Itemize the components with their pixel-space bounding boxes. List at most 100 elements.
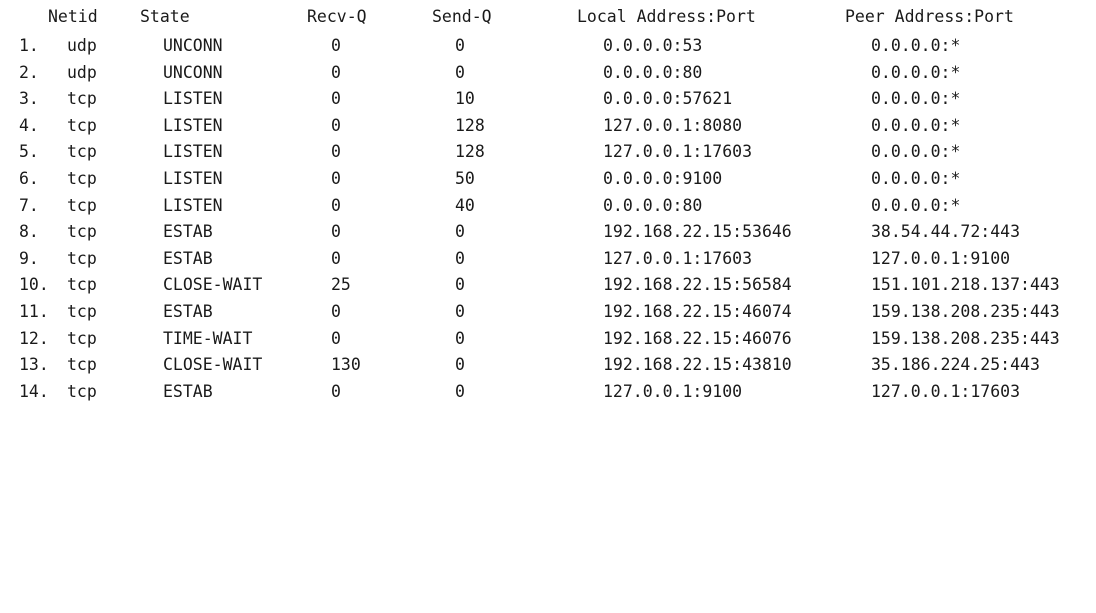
row-send-q: 50 (455, 169, 475, 188)
row-send-q: 0 (455, 222, 465, 241)
row-number: 4. (19, 115, 39, 135)
table-row: 10. tcp CLOSE-WAIT 25 0 192.168.22.15:56… (0, 272, 1096, 298)
table-row: 6. tcp LISTEN 0 50 0.0.0.0:9100 0.0.0.0:… (0, 166, 1096, 192)
row-number: 6. (19, 169, 39, 188)
header-recv-q: Recv-Q (307, 7, 367, 26)
row-netid: tcp (67, 355, 97, 374)
row-local-address: 127.0.0.1:17603 (603, 248, 753, 268)
row-peer-address: 0.0.0.0:* (871, 142, 961, 161)
table-row: 4. tcp LISTEN 0 128 127.0.0.1:8080 0.0.0… (0, 113, 1096, 139)
row-recv-q: 130 (331, 355, 361, 374)
row-local-address: 127.0.0.1:8080 (603, 115, 743, 135)
row-netid: tcp (67, 248, 97, 268)
row-peer-address: 0.0.0.0:* (871, 115, 961, 135)
row-recv-q: 0 (331, 328, 341, 348)
row-state: LISTEN (163, 195, 223, 215)
row-state: ESTAB (163, 248, 213, 268)
table-header: Netid State Recv-Q Send-Q Local Address:… (0, 4, 1096, 30)
row-netid: udp (67, 36, 97, 55)
row-local-address: 127.0.0.1:9100 (603, 381, 743, 401)
row-number: 14. (19, 381, 49, 401)
row-recv-q: 0 (331, 248, 341, 268)
row-number: 8. (19, 222, 39, 241)
row-state: ESTAB (163, 381, 213, 401)
table-row: 14. tcp ESTAB 0 0 127.0.0.1:9100 127.0.0… (0, 379, 1096, 405)
row-number: 5. (19, 142, 39, 161)
row-netid: tcp (67, 222, 97, 241)
table-row: 2. udp UNCONN 0 0 0.0.0.0:80 0.0.0.0:* (0, 60, 1096, 86)
terminal-output: Netid State Recv-Q Send-Q Local Address:… (0, 0, 1096, 424)
row-recv-q: 0 (331, 222, 341, 241)
row-netid: tcp (67, 115, 97, 135)
row-state: TIME-WAIT (163, 328, 253, 348)
row-send-q: 0 (455, 302, 465, 321)
row-local-address: 192.168.22.15:46076 (603, 328, 792, 348)
row-netid: tcp (67, 195, 97, 215)
table-row: 5. tcp LISTEN 0 128 127.0.0.1:17603 0.0.… (0, 139, 1096, 165)
row-state: UNCONN (163, 62, 223, 82)
row-number: 2. (19, 62, 39, 82)
header-state: State (140, 7, 190, 26)
table-row: 1. udp UNCONN 0 0 0.0.0.0:53 0.0.0.0:* (0, 33, 1096, 59)
row-send-q: 0 (455, 275, 465, 294)
row-state: LISTEN (163, 142, 223, 161)
row-number: 3. (19, 89, 39, 108)
row-state: CLOSE-WAIT (163, 275, 263, 294)
row-recv-q: 0 (331, 381, 341, 401)
row-send-q: 0 (455, 328, 465, 348)
row-netid: tcp (67, 275, 97, 294)
header-peer-address: Peer Address:Port (845, 7, 1014, 26)
row-state: LISTEN (163, 115, 223, 135)
table-row: 8. tcp ESTAB 0 0 192.168.22.15:53646 38.… (0, 219, 1096, 245)
row-local-address: 192.168.22.15:56584 (603, 275, 792, 294)
row-send-q: 128 (455, 115, 485, 135)
header-netid: Netid (48, 7, 98, 26)
table-row: 12. tcp TIME-WAIT 0 0 192.168.22.15:4607… (0, 326, 1096, 352)
row-local-address: 192.168.22.15:43810 (603, 355, 792, 374)
header-local-address: Local Address:Port (577, 7, 756, 26)
row-local-address: 127.0.0.1:17603 (603, 142, 753, 161)
row-netid: tcp (67, 142, 97, 161)
row-peer-address: 38.54.44.72:443 (871, 222, 1021, 241)
row-number: 9. (19, 248, 39, 268)
row-send-q: 128 (455, 142, 485, 161)
row-send-q: 10 (455, 89, 475, 108)
row-peer-address: 35.186.224.25:443 (871, 355, 1040, 374)
row-recv-q: 0 (331, 195, 341, 215)
row-number: 7. (19, 195, 39, 215)
row-peer-address: 127.0.0.1:17603 (871, 381, 1021, 401)
row-recv-q: 0 (331, 169, 341, 188)
row-peer-address: 0.0.0.0:* (871, 169, 961, 188)
row-state: ESTAB (163, 222, 213, 241)
row-local-address: 0.0.0.0:9100 (603, 169, 723, 188)
table-row: 13. tcp CLOSE-WAIT 130 0 192.168.22.15:4… (0, 352, 1096, 378)
row-state: LISTEN (163, 89, 223, 108)
table-row: 7. tcp LISTEN 0 40 0.0.0.0:80 0.0.0.0:* (0, 193, 1096, 219)
row-send-q: 0 (455, 62, 465, 82)
row-peer-address: 159.138.208.235:443 (871, 328, 1060, 348)
row-recv-q: 25 (331, 275, 351, 294)
row-send-q: 40 (455, 195, 475, 215)
row-recv-q: 0 (331, 36, 341, 55)
row-recv-q: 0 (331, 302, 341, 321)
row-peer-address: 0.0.0.0:* (871, 36, 961, 55)
row-peer-address: 127.0.0.1:9100 (871, 248, 1011, 268)
row-send-q: 0 (455, 355, 465, 374)
row-local-address: 0.0.0.0:57621 (603, 89, 733, 108)
row-peer-address: 0.0.0.0:* (871, 89, 961, 108)
row-peer-address: 151.101.218.137:443 (871, 275, 1060, 294)
row-netid: tcp (67, 328, 97, 348)
row-state: LISTEN (163, 169, 223, 188)
row-state: CLOSE-WAIT (163, 355, 263, 374)
row-number: 10. (19, 275, 49, 294)
row-peer-address: 0.0.0.0:* (871, 62, 961, 82)
row-peer-address: 0.0.0.0:* (871, 195, 961, 215)
row-netid: tcp (67, 89, 97, 108)
row-local-address: 192.168.22.15:53646 (603, 222, 792, 241)
row-number: 11. (19, 302, 49, 321)
table-row: 11. tcp ESTAB 0 0 192.168.22.15:46074 15… (0, 299, 1096, 325)
row-recv-q: 0 (331, 62, 341, 82)
row-peer-address: 159.138.208.235:443 (871, 302, 1060, 321)
row-recv-q: 0 (331, 142, 341, 161)
row-recv-q: 0 (331, 89, 341, 108)
